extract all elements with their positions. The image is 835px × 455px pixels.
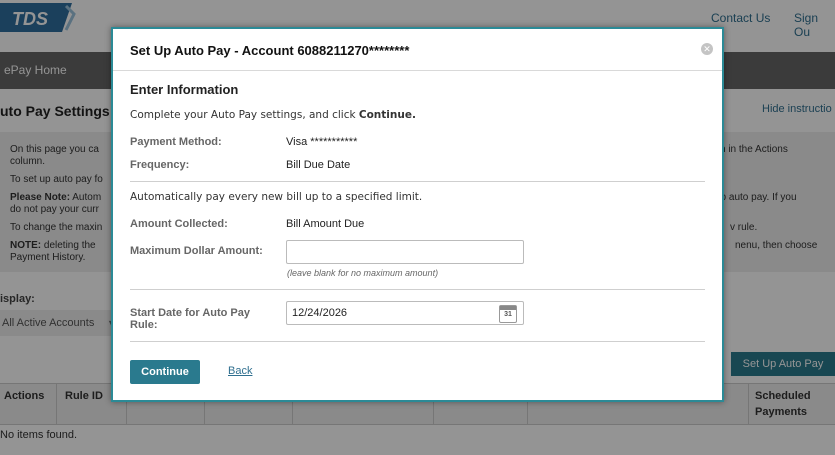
continue-button[interactable]: Continue [130,360,200,384]
dialog-title: Set Up Auto Pay - Account 6088211270****… [130,43,410,58]
frequency-value: Bill Due Date [286,159,351,171]
start-date-input[interactable] [286,301,524,325]
max-amount-input[interactable] [286,240,524,264]
calendar-icon-day: 31 [504,311,512,318]
title-divider [113,70,722,71]
start-date-label: Start Date for Auto Pay [130,307,251,319]
amount-collected-label: Amount Collected: [130,218,228,230]
max-amount-label: Maximum Dollar Amount: [130,245,263,257]
payment-method-value: Visa *********** [286,136,358,148]
section-title: Enter Information [130,82,239,97]
calendar-icon[interactable]: 31 [499,305,517,323]
section-divider [130,289,705,290]
auto-pay-dialog: Set Up Auto Pay - Account 6088211270****… [111,27,724,402]
frequency-label: Frequency: [130,159,190,171]
back-link[interactable]: Back [228,365,252,377]
start-date-label-rule: Rule: [130,319,158,331]
section-divider [130,181,705,182]
payment-method-label: Payment Method: [130,136,222,148]
amount-collected-value: Bill Amount Due [286,218,365,230]
intro-text-bold: Continue. [358,109,416,121]
section-divider [130,341,705,342]
auto-pay-description: Automatically pay every new bill up to a… [130,191,423,203]
intro-text: Complete your Auto Pay settings, and cli… [130,109,416,121]
max-amount-hint: (leave blank for no maximum amount) [287,268,439,278]
intro-text-main: Complete your Auto Pay settings, and cli… [130,109,359,121]
close-icon[interactable]: ✕ [701,43,713,55]
calendar-icon-bar [500,306,516,310]
